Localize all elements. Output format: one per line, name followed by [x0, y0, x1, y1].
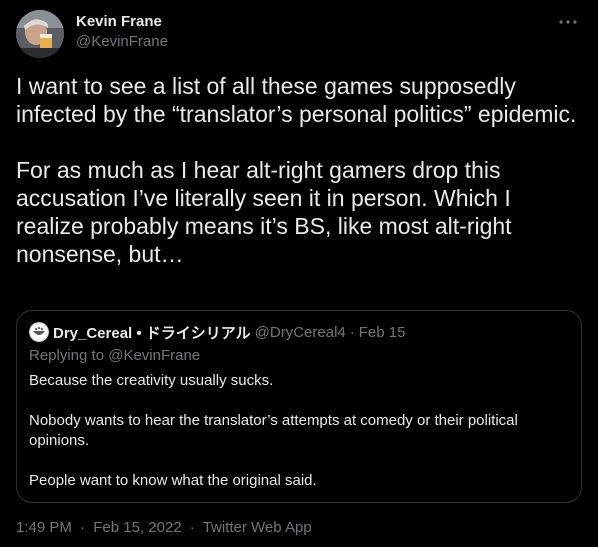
separator-dot: · [349, 323, 355, 341]
author-display-name[interactable]: Kevin Frane [76, 12, 168, 32]
quoted-display-name: Dry_Cereal • ドライシリアル [53, 324, 251, 342]
replying-to-handle: @KevinFrane [108, 347, 201, 364]
quoted-handle: @DryCereal4 [254, 323, 346, 341]
quoted-author-avatar [29, 322, 49, 342]
tweet-time: 1:49 PM [16, 519, 72, 536]
quoted-tweet[interactable]: Dry_Cereal • ドライシリアル @DryCereal4 · Feb 1… [16, 310, 582, 503]
separator-dot: · [80, 519, 86, 536]
more-horizontal-icon [559, 20, 577, 24]
tweet-header: Kevin Frane @KevinFrane [16, 10, 582, 60]
author-avatar[interactable] [16, 10, 64, 58]
replying-to-line: Replying to @KevinFrane [29, 346, 569, 366]
quoted-paragraph: Nobody wants to hear the translator’s at… [29, 412, 518, 449]
replying-to-prefix: Replying to [29, 347, 105, 364]
quoted-tweet-header: Dry_Cereal • ドライシリアル @DryCereal4 · Feb 1… [29, 322, 569, 342]
tweet-source-link[interactable]: Twitter Web App [203, 519, 312, 536]
tweet-text: I want to see a list of all these games … [16, 72, 582, 268]
quoted-paragraph: Because the creativity usually sucks. [29, 372, 274, 389]
quoted-paragraph: People want to know what the original sa… [29, 472, 317, 489]
quoted-date: Feb 15 [358, 323, 406, 341]
bowl-avatar-icon [29, 322, 49, 342]
avatar-photo-icon [16, 10, 64, 58]
quoted-tweet-text: Because the creativity usually sucks. No… [29, 371, 569, 491]
more-options-button[interactable] [556, 12, 580, 32]
author-handle[interactable]: @KevinFrane [76, 32, 168, 52]
tweet: Kevin Frane @KevinFrane I want to see a … [0, 0, 598, 547]
separator-dot: · [189, 519, 195, 536]
tweet-date: Feb 15, 2022 [93, 519, 182, 536]
tweet-paragraph: For as much as I hear alt-right gamers d… [16, 157, 512, 267]
tweet-paragraph: I want to see a list of all these games … [16, 73, 577, 127]
tweet-metadata: 1:49 PM · Feb 15, 2022 · Twitter Web App [16, 518, 312, 538]
tweet-timestamp-link[interactable]: 1:49 PM · Feb 15, 2022 [16, 519, 186, 536]
author-names: Kevin Frane @KevinFrane [76, 12, 168, 52]
